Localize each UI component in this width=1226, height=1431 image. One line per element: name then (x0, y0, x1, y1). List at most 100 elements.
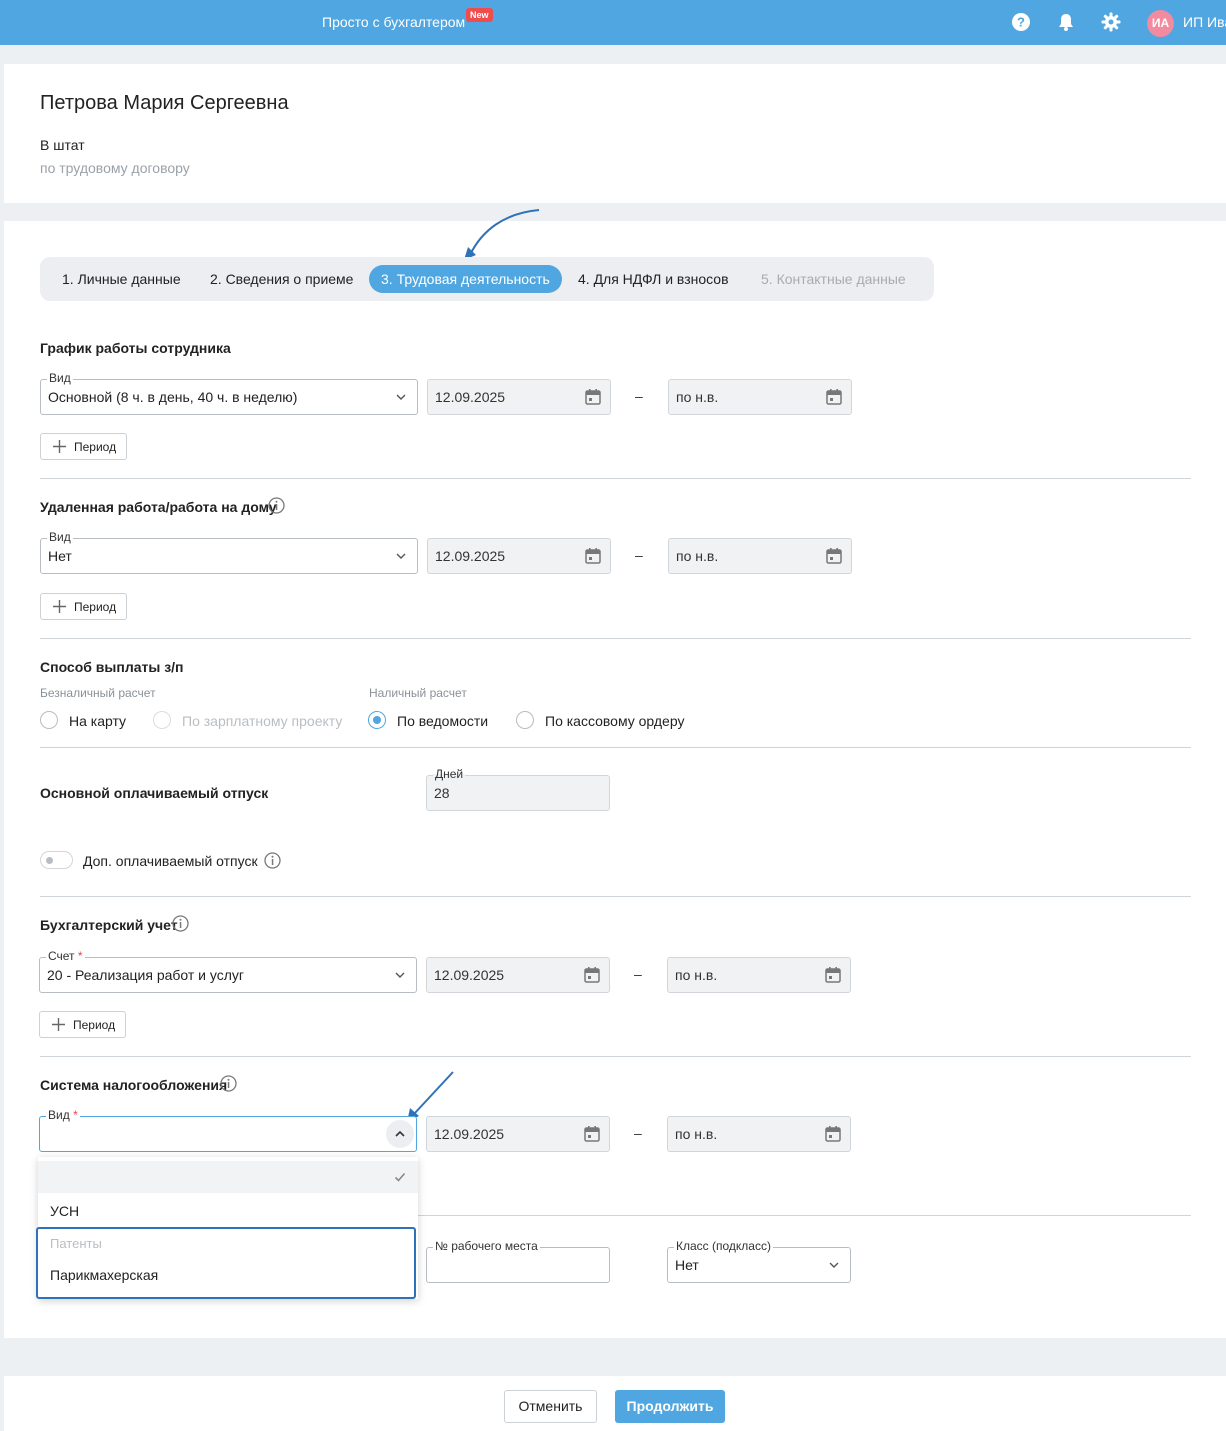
brand-link[interactable]: Просто с бухгалтером (322, 14, 465, 30)
info-icon[interactable] (172, 915, 189, 932)
info-icon[interactable] (220, 1075, 237, 1092)
vacation-days-input[interactable]: Дней 28 (426, 767, 610, 811)
radio-cash-order[interactable] (516, 711, 534, 729)
radio-label-statement: По ведомости (397, 713, 489, 729)
field-label: Вид (47, 530, 73, 544)
gear-icon[interactable] (1100, 11, 1122, 33)
date-value: по н.в. (675, 967, 718, 983)
schedule-title: График работы сотрудника (40, 340, 231, 356)
calendar-icon[interactable] (824, 966, 842, 984)
add-period-button[interactable]: Период (40, 433, 127, 460)
date-range-dash: – (634, 1125, 642, 1141)
select-value: Нет (48, 548, 72, 564)
period-button-label: Период (74, 440, 117, 454)
calendar-icon[interactable] (583, 966, 601, 984)
radio-label-to-card: На карту (69, 713, 127, 729)
cancel-button[interactable]: Отменить (504, 1390, 597, 1423)
payment-title: Способ выплаты з/п (40, 659, 184, 675)
dropdown-option-hairdresser[interactable]: Парикмахерская (50, 1267, 158, 1283)
tax-date-to[interactable]: по н.в. (667, 1116, 851, 1152)
remote-kind-select[interactable]: Вид Нет (40, 530, 418, 574)
tax-kind-select[interactable]: Вид * (39, 1108, 417, 1152)
schedule-date-to[interactable]: по н.в. (668, 379, 852, 415)
workplace-number-input[interactable]: № рабочего места (426, 1239, 610, 1283)
cashless-caption: Безналичный расчет (40, 686, 156, 700)
tab-hiring-info[interactable]: 2. Сведения о приеме (198, 265, 365, 293)
tab-contact-data: 5. Контактные данные (761, 271, 906, 287)
dropdown-option-empty[interactable] (38, 1161, 418, 1193)
remote-date-from[interactable]: 12.09.2025 (427, 538, 611, 574)
svg-text:?: ? (1017, 15, 1025, 30)
calendar-icon[interactable] (584, 388, 602, 406)
employee-name: Петрова Мария Сергеевна (40, 92, 289, 114)
select-value: 20 - Реализация работ и услуг (47, 967, 245, 983)
plus-icon (52, 1018, 65, 1031)
calendar-icon[interactable] (583, 1125, 601, 1143)
period-button-label: Период (74, 600, 117, 614)
toggle-knob (46, 857, 53, 864)
account-select[interactable]: Счет * 20 - Реализация работ и услуг (39, 949, 417, 993)
account-date-to[interactable]: по н.в. (667, 957, 851, 993)
divider (40, 478, 1191, 479)
radio-statement[interactable] (368, 711, 386, 729)
dropdown-option-usn[interactable]: УСН (50, 1203, 79, 1219)
tax-title: Система налогообложения (40, 1077, 228, 1093)
help-icon[interactable]: ? (1010, 11, 1032, 33)
extra-vacation-toggle[interactable] (40, 851, 73, 869)
date-value: 12.09.2025 (434, 967, 505, 983)
date-value: по н.в. (676, 389, 719, 405)
cash-caption: Наличный расчет (369, 686, 467, 700)
tax-date-from[interactable]: 12.09.2025 (426, 1116, 610, 1152)
workplace-class-select[interactable]: Класс (подкласс) Нет (667, 1239, 851, 1283)
calendar-icon[interactable] (825, 388, 843, 406)
divider (40, 896, 1191, 897)
extra-vacation-label: Доп. оплачиваемый отпуск (83, 853, 258, 869)
account-date-from[interactable]: 12.09.2025 (426, 957, 610, 993)
required-marker: * (77, 949, 83, 963)
radio-label-salary-project: По зарплатному проекту (182, 713, 343, 729)
accounting-title: Бухгалтерский учет (40, 917, 178, 933)
plus-icon (53, 440, 66, 453)
employee-type: В штат (40, 137, 85, 153)
field-label: № рабочего места (433, 1239, 540, 1253)
schedule-kind-select[interactable]: Вид Основной (8 ч. в день, 40 ч. в недел… (40, 371, 418, 415)
tab-personal-data[interactable]: 1. Личные данные (50, 265, 193, 293)
remote-date-to[interactable]: по н.в. (668, 538, 852, 574)
divider (40, 747, 1191, 748)
period-button-label: Период (73, 1018, 116, 1032)
chevron-up-icon[interactable] (385, 1119, 415, 1149)
date-range-dash: – (635, 388, 643, 404)
bell-icon[interactable] (1055, 11, 1077, 33)
schedule-date-from[interactable]: 12.09.2025 (427, 379, 611, 415)
chevron-down-icon (829, 1262, 839, 1268)
radio-to-card[interactable] (40, 711, 58, 729)
date-value: по н.в. (676, 548, 719, 564)
info-icon[interactable] (264, 852, 281, 869)
calendar-icon[interactable] (824, 1125, 842, 1143)
date-range-dash: – (634, 966, 642, 982)
tab-work-activity[interactable]: 3. Трудовая деятельность (369, 265, 562, 293)
employee-card (4, 64, 1226, 203)
field-label: Счет * (46, 949, 85, 963)
date-value: по н.в. (675, 1126, 718, 1142)
employee-contract: по трудовому договору (40, 160, 190, 176)
divider (40, 1056, 1191, 1057)
divider (40, 638, 1191, 639)
add-period-button[interactable]: Период (39, 1011, 126, 1038)
add-period-button[interactable]: Период (40, 593, 127, 620)
calendar-icon[interactable] (825, 547, 843, 565)
required-marker: * (73, 1108, 78, 1122)
user-name[interactable]: ИП Ива (1183, 14, 1226, 30)
tab-ndfl-contributions[interactable]: 4. Для НДФЛ и взносов (566, 265, 741, 293)
dropdown-group-label: Патенты (50, 1236, 102, 1251)
avatar[interactable]: ИА (1147, 10, 1174, 37)
continue-button[interactable]: Продолжить (615, 1390, 725, 1423)
calendar-icon[interactable] (584, 547, 602, 565)
select-value: Основной (8 ч. в день, 40 ч. в неделю) (48, 389, 298, 405)
chevron-down-icon (395, 972, 405, 978)
field-label: Класс (подкласс) (674, 1239, 773, 1253)
dropdown-group-patents: Патенты Парикмахерская (36, 1227, 416, 1299)
top-bar (0, 0, 1226, 45)
plus-icon (53, 600, 66, 613)
info-icon[interactable] (268, 497, 285, 514)
